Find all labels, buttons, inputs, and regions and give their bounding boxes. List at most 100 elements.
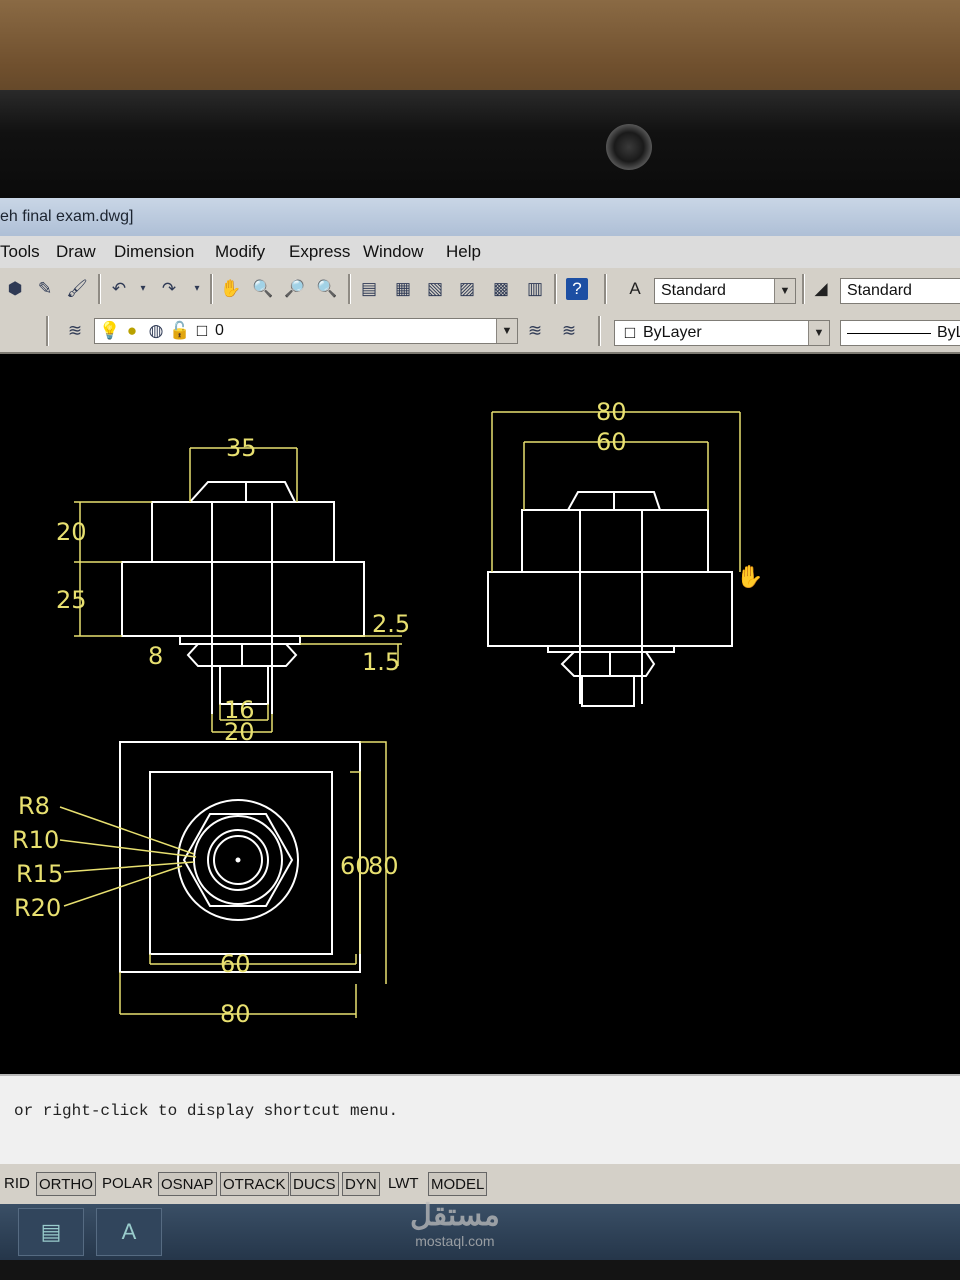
top-outer-square [119,741,361,973]
taskbar-autocad-icon[interactable]: A [96,1208,162,1256]
status-dyn[interactable]: DYN [342,1172,380,1196]
label-r8: R8 [18,792,50,820]
menu-express[interactable]: Express [289,242,350,262]
menu-tools[interactable]: Tools [0,242,40,262]
front-view [121,481,365,714]
layer-previous-icon[interactable]: ≋ [558,320,580,342]
menu-window[interactable]: Window [363,242,423,262]
status-ortho[interactable]: ORTHO [36,1172,96,1196]
redo-dropdown-icon[interactable]: ▾ [186,278,208,300]
layer-select[interactable]: 💡 ● ◍ 🔓 □ 0 ▼ [94,318,518,344]
menu-draw[interactable]: Draw [56,242,96,262]
color-value: ByLayer [643,324,702,341]
top-view [119,741,361,973]
zoom-previous-icon[interactable]: 🔍 [316,278,338,300]
command-line-area[interactable]: or right-click to display shortcut menu. [0,1074,960,1166]
toolbar-separator [98,274,101,304]
front-dimension-lines [74,447,402,733]
dimension-style-icon[interactable]: ◢ [810,278,832,300]
linetype-select[interactable]: ByL [840,320,960,346]
sheet-set-icon[interactable]: ▨ [456,278,478,300]
drawing-canvas[interactable]: 35 20 25 2.5 1.5 8 16 20 80 60 ✋ R8 R10 … [0,354,960,1074]
side-upper-block [521,509,709,573]
text-style-select[interactable]: Standard ▼ [654,278,796,304]
zoom-realtime-icon[interactable]: 🔍 [252,278,274,300]
tool-palettes-icon[interactable]: ▧ [424,278,446,300]
side-view [487,491,733,707]
dim-top-bottom-80: 80 [220,1000,251,1028]
label-r15: R15 [16,860,63,888]
dim-20: 20 [56,518,87,546]
standard-toolbar: ⬢ ✎ 🖌 ↶ ▾ ↷ ▾ ✋ 🔍 🔎 🔍 ▤ ▦ ▧ ▨ ▩ ▥ ? A St… [0,268,960,311]
pencil-icon[interactable]: ✎ [34,278,56,300]
status-otrack[interactable]: OTRACK [220,1172,289,1196]
washer [179,635,301,645]
text-style-icon[interactable]: A [624,278,646,300]
dimension-style-value: Standard [847,282,912,299]
color-swatch-icon: □ [624,323,636,342]
leader-r8 [59,806,195,855]
undo-icon[interactable]: ↶ [108,278,130,300]
watermark-logo: مستقل [410,1199,500,1232]
light-bulb-icon: 💡 [99,321,121,340]
toolbar-separator [604,274,607,304]
layer-manager-icon[interactable]: ≋ [64,320,86,342]
undo-dropdown-icon[interactable]: ▾ [132,278,154,300]
color-select[interactable]: □ ByLayer ▼ [614,320,830,346]
pan-icon[interactable]: ✋ [220,278,242,300]
menu-modify[interactable]: Modify [215,242,265,262]
leader-r15 [63,861,195,873]
bolt-head-top [187,481,297,503]
status-ducs[interactable]: DUCS [290,1172,339,1196]
dimension-style-select[interactable]: Standard [840,278,960,304]
status-grid[interactable]: RID [2,1172,32,1196]
taskbar-app-icon[interactable]: ▤ [18,1208,84,1256]
chevron-down-icon[interactable]: ▼ [774,279,795,303]
webcam [606,124,652,170]
chevron-down-icon[interactable]: ▼ [808,321,829,345]
calculator-icon[interactable]: ▥ [524,278,546,300]
design-center-icon[interactable]: ▦ [392,278,414,300]
dim-2-5: 2.5 [372,610,410,638]
zoom-window-icon[interactable]: 🔎 [284,278,306,300]
status-polar[interactable]: POLAR [100,1172,155,1196]
text-style-value: Standard [661,282,726,299]
center-point [235,857,241,863]
help-icon[interactable]: ? [566,278,588,300]
dim-1-5: 1.5 [362,648,400,676]
menu-help[interactable]: Help [446,242,481,262]
match-properties-icon[interactable]: 🖌 [66,278,88,300]
chevron-down-icon[interactable]: ▼ [496,319,517,343]
command-line-text: or right-click to display shortcut menu. [14,1102,399,1120]
dim-35: 35 [226,434,257,462]
toolbar-separator [46,316,49,346]
screen: eh final exam.dwg] Tools Draw Dimension … [0,198,960,1260]
make-current-layer-icon[interactable]: ≋ [524,320,546,342]
linetype-value: ByL [937,324,960,341]
toolbar-separator [554,274,557,304]
status-lwt[interactable]: LWT [386,1172,421,1196]
menu-dimension[interactable]: Dimension [114,242,194,262]
properties-icon[interactable]: ▤ [358,278,380,300]
leader-r10 [59,839,197,858]
toolbar-separator [802,274,805,304]
watermark: مستقل mostaql.com [410,1198,500,1249]
drawing-svg: 35 20 25 2.5 1.5 8 16 20 80 60 ✋ R8 R10 … [12,398,763,1028]
status-osnap[interactable]: OSNAP [158,1172,217,1196]
dim-top-bottom-60: 60 [220,950,251,978]
block-icon[interactable]: ⬢ [4,278,26,300]
side-bolt-end [581,675,635,707]
window-titlebar: eh final exam.dwg] [0,198,960,236]
markup-icon[interactable]: ▩ [490,278,512,300]
toolbar-separator [210,274,213,304]
dim-side-80: 80 [596,398,627,426]
redo-icon[interactable]: ↷ [158,278,180,300]
laptop-bezel-top [0,90,960,198]
sun-icon: ● [126,321,138,340]
status-model[interactable]: MODEL [428,1172,488,1196]
menu-bar: Tools Draw Dimension Modify Express Wind… [0,236,960,268]
layers-toolbar: ≋ 💡 ● ◍ 🔓 □ 0 ▼ ≋ ≋ □ ByLayer ▼ ByL [0,310,960,354]
lock-icon: 🔓 [169,321,191,340]
lower-block [121,561,365,637]
dim-8: 8 [148,642,163,670]
